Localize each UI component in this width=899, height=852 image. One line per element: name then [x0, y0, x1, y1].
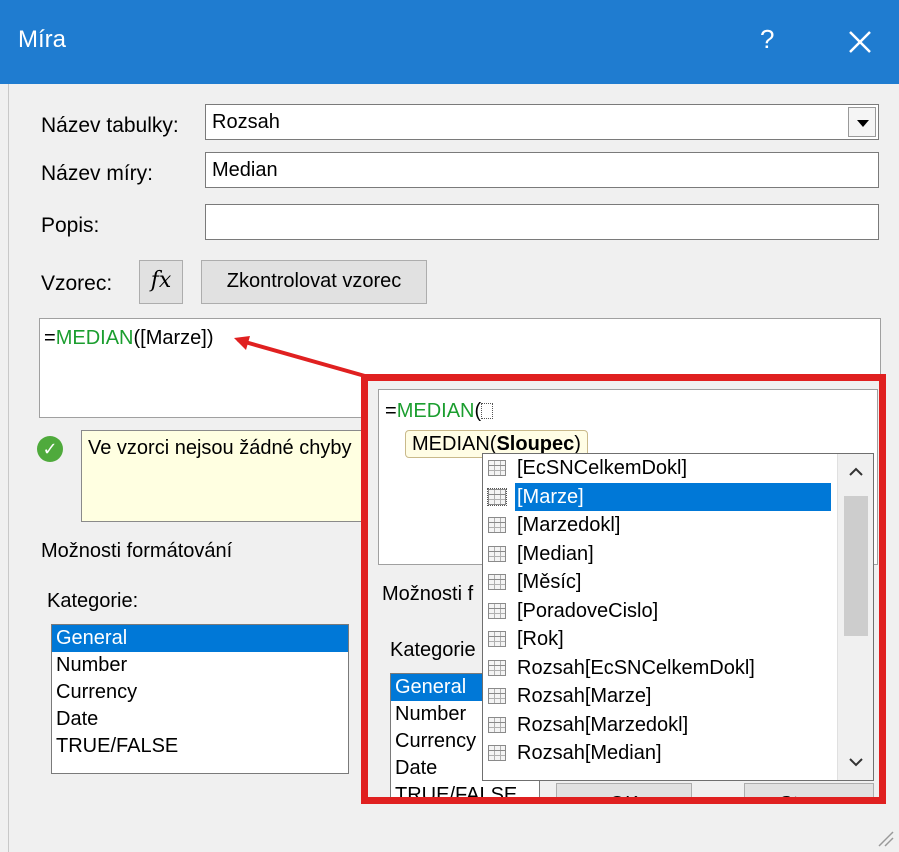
- table-icon: [488, 602, 506, 619]
- autocomplete-item[interactable]: Rozsah[Marze]: [483, 682, 873, 711]
- autocomplete-item-label: Rozsah[EcSNCelkemDokl]: [517, 656, 755, 679]
- autocomplete-item-label: Rozsah[Median]: [517, 742, 662, 764]
- autocomplete-item-label: [EcSNCelkemDokl]: [517, 457, 688, 479]
- zoom-callout-frame: =MEDIAN( MEDIAN(Sloupec) Možnosti f Kate…: [361, 374, 886, 804]
- autocomplete-item[interactable]: [Median]: [483, 540, 873, 569]
- category-item[interactable]: General: [52, 625, 348, 652]
- status-message: Ve vzorci nejsou žádné chyby: [88, 437, 352, 459]
- tooltip-function: MEDIAN(: [412, 433, 497, 455]
- fx-button[interactable]: fx: [139, 260, 183, 304]
- zoom-formatting-label: Možnosti f: [382, 583, 474, 605]
- description-input[interactable]: [205, 204, 879, 240]
- zoom-formula-paren: (: [474, 400, 482, 422]
- table-icon: [488, 545, 506, 562]
- measure-name-input[interactable]: Median: [205, 152, 879, 188]
- table-name-label: Název tabulky:: [41, 114, 179, 137]
- check-formula-button[interactable]: Zkontrolovat vzorec: [201, 260, 427, 304]
- autocomplete-item[interactable]: Rozsah[EcSNCelkemDokl]: [483, 654, 873, 683]
- table-icon: [488, 574, 506, 590]
- measure-name-label: Název míry:: [41, 162, 154, 185]
- table-name-value: Rozsah: [212, 111, 280, 133]
- autocomplete-item[interactable]: [PoradoveCislo]: [483, 597, 873, 626]
- category-listbox[interactable]: General Number Currency Date TRUE/FALSE: [51, 624, 349, 774]
- table-icon: [488, 716, 506, 733]
- fx-icon: fx: [150, 268, 172, 293]
- description-label: Popis:: [41, 214, 100, 237]
- formula-label: Vzorec:: [41, 272, 113, 295]
- ok-button[interactable]: OK: [556, 783, 692, 797]
- autocomplete-item[interactable]: Rozsah[Marzedokl]: [483, 711, 873, 740]
- resize-grip-icon[interactable]: [875, 828, 895, 848]
- table-icon: [488, 688, 506, 704]
- zoom-formula-prefix: =: [385, 400, 397, 422]
- category-item[interactable]: TRUE/FALSE: [52, 733, 348, 760]
- help-button[interactable]: ?: [760, 24, 774, 55]
- category-label: Kategorie:: [47, 590, 139, 612]
- scrollbar-thumb[interactable]: [844, 496, 868, 636]
- autocomplete-item-label: [PoradoveCislo]: [517, 599, 659, 622]
- autocomplete-item-label: [Měsíc]: [517, 571, 582, 593]
- table-icon: [488, 517, 506, 533]
- scroll-up-icon[interactable]: [848, 464, 864, 480]
- autocomplete-item-label: [Rok]: [517, 628, 564, 650]
- autocomplete-item[interactable]: [Měsíc]: [483, 568, 873, 597]
- autocomplete-item-label: [Median]: [517, 542, 594, 565]
- autocomplete-item[interactable]: [Marzedokl]: [483, 511, 873, 540]
- category-item[interactable]: Number: [52, 652, 348, 679]
- measure-name-value: Median: [212, 159, 278, 181]
- formatting-section-label: Možnosti formátování: [41, 540, 233, 562]
- formula-function: MEDIAN: [55, 327, 134, 349]
- table-icon: [487, 487, 507, 506]
- tooltip-close: ): [574, 433, 581, 455]
- table-icon: [488, 631, 506, 647]
- table-icon: [488, 659, 506, 676]
- zoom-category-label: Kategorie: [390, 639, 476, 661]
- title-bar: Míra ?: [0, 0, 899, 84]
- autocomplete-item[interactable]: Rozsah[Median]: [483, 739, 873, 768]
- category-item[interactable]: Currency: [52, 679, 348, 706]
- close-icon[interactable]: [838, 20, 882, 64]
- formula-args: ([Marze]): [133, 327, 214, 349]
- category-item[interactable]: Date: [52, 706, 348, 733]
- table-icon: [488, 745, 506, 761]
- check-ok-icon: ✓: [37, 436, 63, 462]
- autocomplete-item-label: [Marze]: [515, 482, 831, 511]
- autocomplete-item[interactable]: [Marze]: [483, 482, 873, 512]
- tooltip-argument: Sloupec: [496, 433, 575, 455]
- formula-prefix: =: [44, 327, 56, 349]
- cancel-button[interactable]: Storno: [744, 783, 874, 797]
- autocomplete-item-label: [Marzedokl]: [517, 514, 621, 536]
- table-name-select[interactable]: Rozsah: [205, 104, 879, 140]
- table-icon: [488, 460, 506, 476]
- text-cursor-icon: [481, 403, 494, 419]
- zoom-formula-function: MEDIAN: [396, 400, 475, 422]
- autocomplete-list[interactable]: [EcSNCelkemDokl] [Marze] [Marzedokl] [Me…: [482, 453, 874, 781]
- window-title: Míra: [18, 26, 66, 53]
- autocomplete-scrollbar[interactable]: [837, 454, 873, 780]
- autocomplete-item[interactable]: [EcSNCelkemDokl]: [483, 454, 873, 483]
- autocomplete-item-label: Rozsah[Marze]: [517, 685, 652, 707]
- category-item[interactable]: TRUE/FALSE: [391, 782, 539, 797]
- chevron-down-icon[interactable]: [848, 107, 876, 137]
- autocomplete-item[interactable]: [Rok]: [483, 625, 873, 654]
- autocomplete-item-label: Rozsah[Marzedokl]: [517, 713, 689, 736]
- scroll-down-icon[interactable]: [848, 754, 864, 770]
